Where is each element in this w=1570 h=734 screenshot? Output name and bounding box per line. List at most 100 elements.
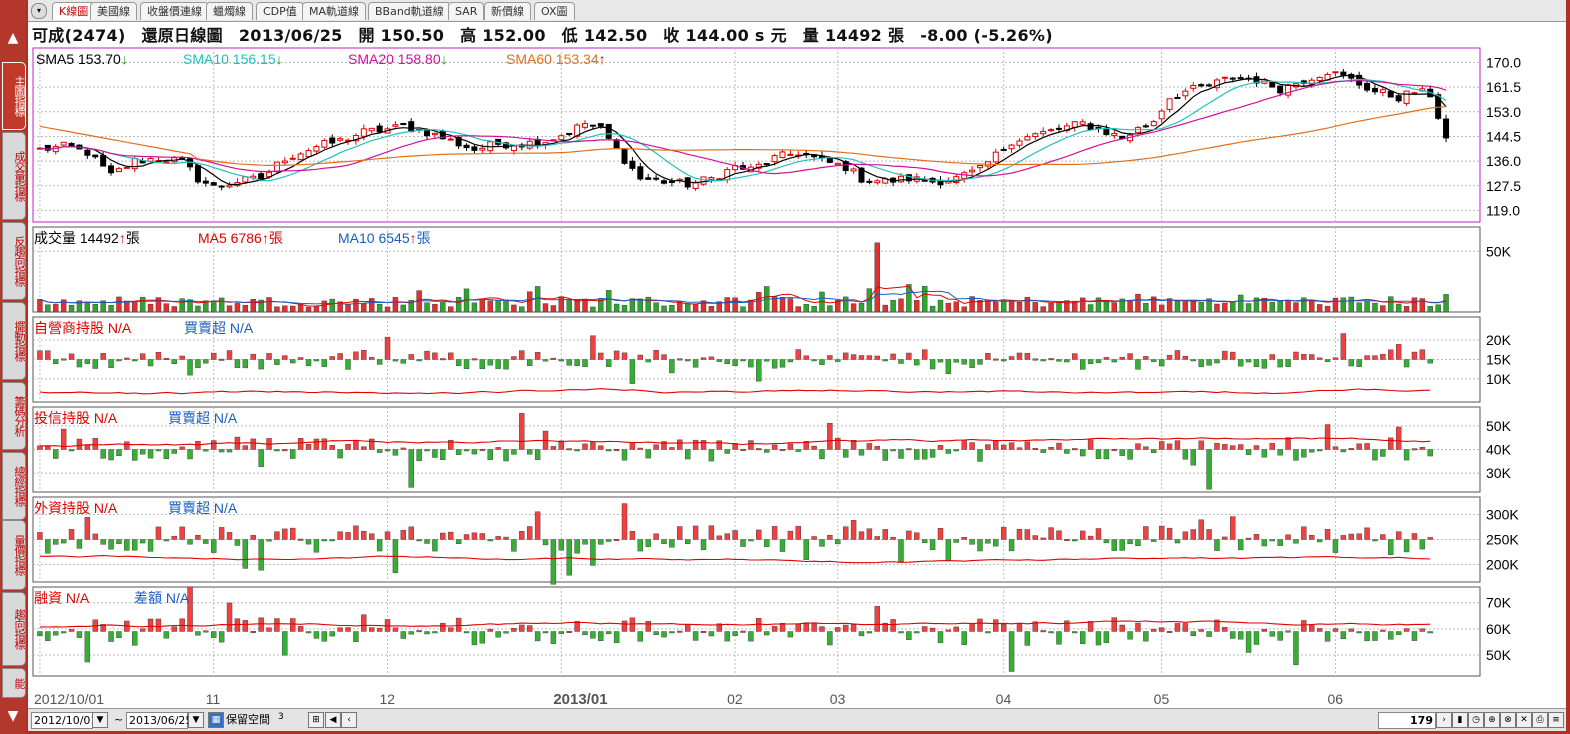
foreign-bar-32 — [290, 527, 296, 540]
dealer-bar-18 — [179, 355, 185, 360]
trust-bar-50 — [432, 449, 438, 458]
candle-body-20 — [194, 165, 201, 183]
trust-bar-134 — [1095, 449, 1102, 459]
volume-unit: 張 — [888, 26, 905, 45]
dealer-bar-22 — [211, 352, 217, 360]
price-change: -8.00 (-5.26%) — [920, 26, 1053, 45]
trust-bar-26 — [242, 445, 249, 450]
margin-bar-80 — [669, 631, 675, 634]
margin-bar-139 — [1135, 622, 1141, 632]
settings-icon[interactable]: ≡ — [1548, 712, 1564, 728]
foreign-bar-147 — [1198, 519, 1204, 540]
scroll-left-first-icon[interactable]: ◀ — [325, 712, 341, 728]
sidebar-tab-3[interactable]: 擺動指標 — [2, 302, 26, 380]
scroll-right-icon[interactable]: › — [1436, 712, 1452, 728]
sidebar-tab-2[interactable]: 反趨向指標 — [2, 222, 26, 300]
sidebar-tab-0[interactable]: 主圖指標 — [2, 62, 26, 130]
candle-body-9 — [108, 165, 115, 174]
trust-bar-21 — [203, 449, 209, 452]
end-date-dropdown-icon[interactable]: ▼ — [188, 712, 204, 728]
tab-0[interactable]: K線圖 — [52, 2, 96, 20]
margin-bar-171 — [1388, 631, 1394, 640]
trust-bar-78 — [653, 444, 659, 450]
foreign-bar-43 — [376, 539, 383, 552]
scroll-left-icon[interactable]: ‹ — [341, 712, 357, 728]
tab-7[interactable]: SAR — [448, 2, 485, 20]
tab-1[interactable]: 美國線 — [90, 2, 137, 20]
dealer-bar-48 — [416, 359, 422, 362]
margin-bar-146 — [1190, 631, 1196, 637]
start-date-dropdown-icon[interactable]: ▼ — [92, 712, 108, 728]
sidebar-tab-1[interactable]: 成交量指標 — [2, 132, 26, 220]
dealer-bar-118 — [969, 359, 975, 368]
sidebar-tab-8[interactable]: 能 — [2, 668, 26, 698]
candle-body-118 — [969, 169, 976, 173]
sidebar-tab-6[interactable]: 量價指標 — [2, 520, 26, 590]
volume-bar-158 — [1285, 300, 1291, 313]
trust-bar-130 — [1064, 449, 1070, 454]
foreign-bar-104 — [858, 531, 865, 540]
dealer-bar-96 — [795, 349, 801, 360]
tab-5[interactable]: MA軌道線 — [302, 2, 367, 20]
margin-bar-154 — [1253, 631, 1260, 645]
tab-6[interactable]: BBand軌道線 — [368, 2, 451, 20]
candle-body-151 — [1229, 77, 1236, 80]
dealer-bar-130 — [1064, 359, 1070, 363]
dealer-bar-44 — [384, 336, 391, 360]
bar-count-field[interactable]: 179 — [1378, 712, 1436, 729]
zoom-in-icon[interactable]: ⊕ — [1484, 712, 1500, 728]
grid-settings-icon[interactable]: ⊞ — [308, 712, 324, 728]
margin-bar-116 — [953, 626, 959, 632]
tab-4[interactable]: CDP值 — [256, 2, 304, 20]
end-date-field[interactable]: 2013/06/25 — [126, 712, 192, 729]
dealer-bar-104 — [858, 355, 865, 360]
clock-icon[interactable]: ◷ — [1468, 712, 1484, 728]
scroll-down-icon[interactable]: ▼ — [0, 706, 26, 726]
candle-body-38 — [337, 138, 344, 141]
bookmark-icon[interactable]: ▮ — [1452, 712, 1468, 728]
menu-icon[interactable]: ▾ — [31, 3, 47, 19]
dealer-bar-132 — [1079, 359, 1086, 370]
start-date-field[interactable]: 2012/10/01 — [31, 712, 97, 729]
margin-bar-130 — [1064, 620, 1070, 632]
candle-body-124 — [1016, 140, 1023, 146]
trust-bar-166 — [1348, 448, 1354, 451]
fit-icon[interactable]: ✕ — [1516, 712, 1532, 728]
dealer-bar-111 — [914, 359, 920, 366]
foreign-bar-136 — [1111, 539, 1117, 551]
foreign-bar-142 — [1158, 525, 1165, 540]
sidebar-tab-5[interactable]: 總經指標 — [2, 452, 26, 520]
dealer-bar-90 — [748, 359, 754, 368]
margin-bar-23 — [218, 631, 225, 643]
margin-bar-176 — [1427, 631, 1433, 634]
trust-bar-65 — [550, 446, 557, 450]
sidebar-tab-7[interactable]: 趨向指標 — [2, 592, 26, 666]
dealer-bar-68 — [574, 359, 580, 366]
scroll-up-icon[interactable]: ▲ — [0, 28, 26, 48]
foreign-bar-0 — [37, 532, 43, 540]
calendar-icon[interactable]: ▦ — [208, 712, 224, 728]
sidebar-tab-4[interactable]: 籌碼分析 — [2, 382, 26, 450]
print-icon[interactable]: ⎙ — [1532, 712, 1548, 728]
foreign-bar-155 — [1261, 539, 1268, 547]
candle-body-147 — [1198, 84, 1205, 87]
foreign-bar-36 — [321, 539, 328, 542]
foreign-bar-164 — [1332, 539, 1339, 553]
zoom-out-icon[interactable]: ⊗ — [1500, 712, 1516, 728]
foreign-bar-23 — [218, 527, 225, 540]
xtick-8: 06 — [1327, 691, 1343, 707]
tab-2[interactable]: 收盤價連線 — [140, 2, 209, 20]
foreign-bar-174 — [1411, 533, 1418, 540]
stock-chart[interactable]: 170.0 161.5 153.0 144.5 136.0 127.5 119.0 50K 20… — [28, 44, 1566, 708]
dealer-bar-169 — [1372, 355, 1378, 360]
trust-bar-129 — [1056, 442, 1062, 450]
trust-bar-128 — [1048, 446, 1054, 450]
tab-3[interactable]: 蠟燭線 — [206, 2, 253, 20]
volume-bar-168 — [1364, 301, 1370, 313]
tab-9[interactable]: OX圖 — [534, 2, 575, 20]
margin-bar-140 — [1143, 631, 1149, 642]
foreign-bar-15 — [155, 526, 162, 540]
volume-bar-149 — [1214, 303, 1220, 313]
tab-8[interactable]: 新價線 — [484, 2, 531, 20]
xtick-1: 11 — [206, 691, 221, 707]
